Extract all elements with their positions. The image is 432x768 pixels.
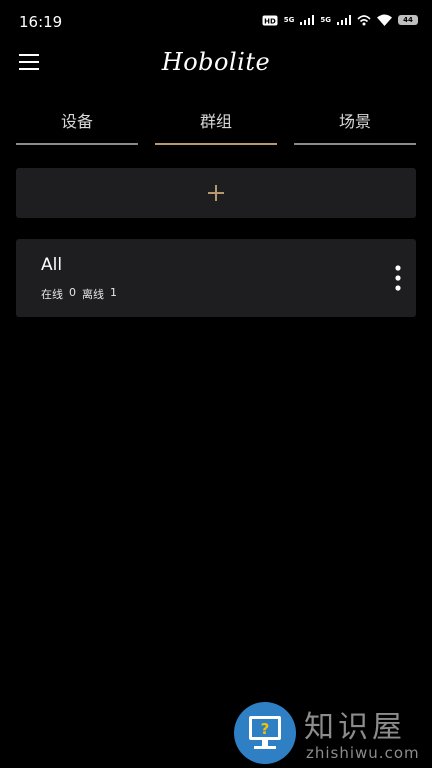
tab-devices[interactable]: 设备 [16,98,138,146]
watermark-subtitle: zhishiwu.com [306,744,420,762]
watermark: ? 知识屋 zhishiwu.com [234,700,432,768]
network-type-1: 5G [283,15,295,24]
tab-scenes[interactable]: 场景 [294,98,416,146]
signal-icon [337,15,351,25]
svg-text:?: ? [261,720,270,738]
offline-label: 离线 [82,288,104,301]
tab-groups[interactable]: 群组 [155,98,277,146]
plus-icon [208,185,224,201]
more-vertical-icon [395,265,401,291]
tab-underline [16,143,138,145]
more-options-button[interactable] [390,263,406,293]
group-name: All [41,255,63,275]
battery-icon: 44 [398,15,418,25]
hotspot-icon [357,15,371,26]
tab-label: 群组 [199,112,232,131]
tab-label: 场景 [338,112,371,131]
tab-underline [294,143,416,145]
group-card[interactable]: All 在线 0 离线 1 [16,239,416,317]
hd-icon: HD [262,15,278,25]
help-monitor-icon: ? [234,702,296,764]
watermark-title: 知识屋 [304,710,406,745]
signal-icon [300,15,315,25]
online-count: 0 [69,286,76,299]
tab-underline [155,143,277,145]
app-logo: Hobolite [161,48,271,76]
online-label: 在线 [41,288,63,301]
add-group-button[interactable] [16,168,416,218]
status-icons: HD 5G 5G 44 [262,14,418,26]
svg-text:HD: HD [264,17,276,25]
status-time: 16:19 [19,13,63,31]
tab-label: 设备 [60,112,93,131]
wifi-icon [377,14,392,26]
status-bar: 16:19 HD 5G 5G 44 [0,0,432,44]
tab-bar: 设备 群组 场景 [16,98,416,146]
offline-count: 1 [110,286,117,299]
network-type-2: 5G [320,15,331,24]
group-status: 在线 0 离线 1 [41,286,117,302]
